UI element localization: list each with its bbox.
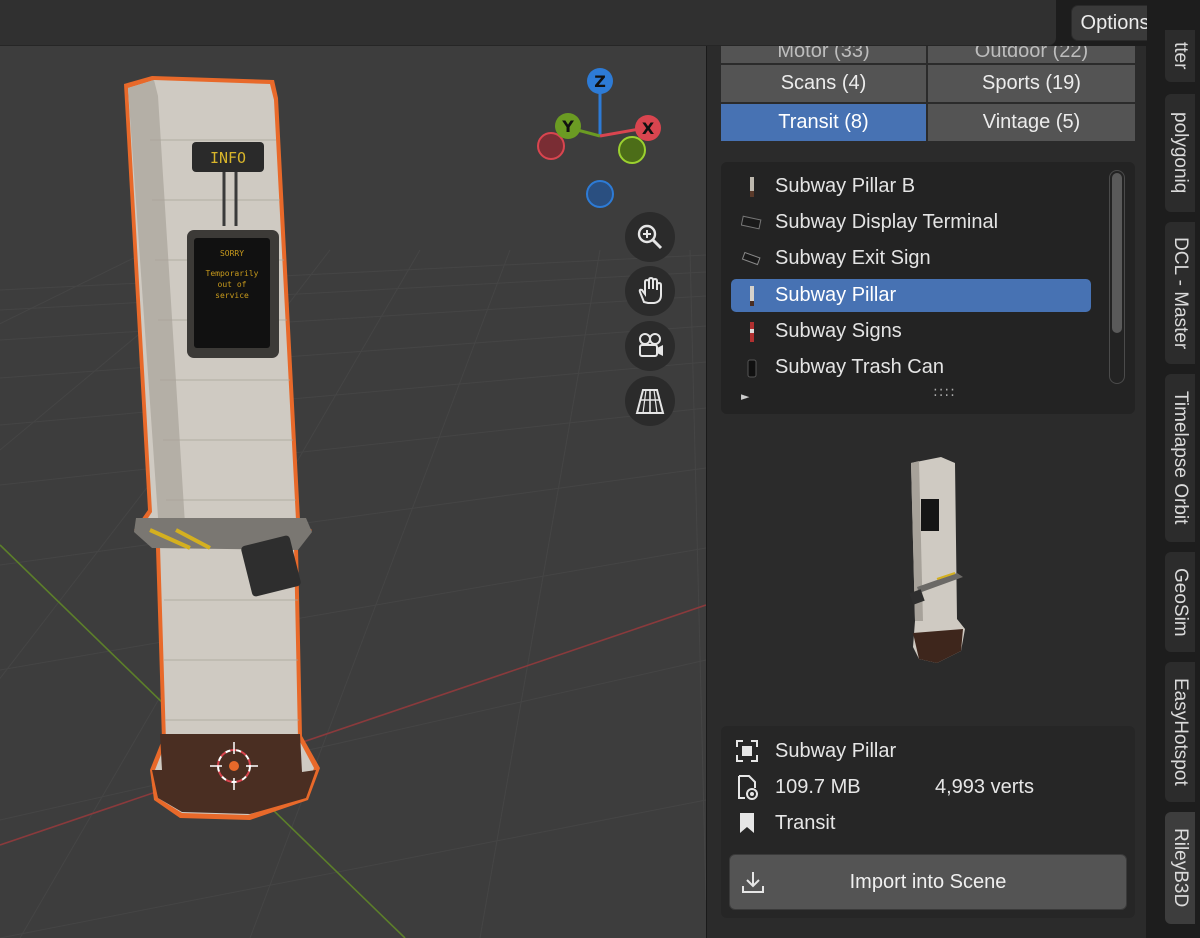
category-motor[interactable]: Motor (33) xyxy=(721,46,926,63)
tab-label: Timelapse Orbit xyxy=(1170,391,1191,525)
tab-easyhotspot[interactable]: EasyHotspot xyxy=(1165,662,1195,802)
asset-list-scrollbar[interactable] xyxy=(1109,170,1125,384)
asset-file-size: 109.7 MB xyxy=(775,775,861,798)
model-screen-line2: Temporarily xyxy=(206,269,259,278)
camera-view-button[interactable] xyxy=(625,321,675,371)
model-screen-line1: SORRY xyxy=(220,249,244,258)
category-scans[interactable]: Scans (4) xyxy=(721,65,926,102)
viewport-grid: INFO SORRY Temporarily out of service Z … xyxy=(0,68,706,938)
tab-label: DCL - Master xyxy=(1170,236,1191,350)
tab-label: RileyB3D xyxy=(1170,828,1191,908)
import-into-scene-button[interactable]: Import into Scene xyxy=(729,854,1127,910)
asset-vert-count: 4,993 verts xyxy=(935,775,1034,798)
asset-item-subway-pillar-b[interactable]: Subway Pillar B xyxy=(731,170,1091,203)
options-label: Options xyxy=(1080,11,1150,34)
asset-item-label: Subway Trash Can xyxy=(775,356,944,378)
category-vintage[interactable]: Vintage (5) xyxy=(928,104,1135,141)
camera-icon xyxy=(639,333,663,357)
gizmo-z-label: Z xyxy=(594,72,606,91)
tab-dcl-master[interactable]: DCL - Master xyxy=(1165,222,1195,364)
viewport-header xyxy=(0,0,1056,46)
terminal-thumb-icon xyxy=(739,211,765,235)
bookmark-icon xyxy=(733,809,761,837)
navigation-gizmo[interactable]: Z Y X xyxy=(537,68,661,208)
asset-browser-panel: Motor (33) Outdoor (22) Scans (4) Sports… xyxy=(706,46,1146,938)
asset-item-subway-signs[interactable]: Subway Signs xyxy=(731,315,1091,348)
tab-label: GeoSim xyxy=(1170,567,1191,637)
tab-label: polygoniq xyxy=(1170,112,1191,194)
object-icon xyxy=(733,737,761,765)
tab-geosim[interactable]: GeoSim xyxy=(1165,552,1195,652)
gizmo-y-label: Y xyxy=(561,117,574,136)
tab-polygoniq[interactable]: polygoniq xyxy=(1165,94,1195,212)
gizmo-neg-z[interactable] xyxy=(586,180,614,208)
asset-item-label: Subway Signs xyxy=(775,320,902,342)
asset-stats-row: 109.7 MB 4,993 verts xyxy=(733,772,1034,802)
asset-category: Transit xyxy=(775,811,836,834)
category-outdoor[interactable]: Outdoor (22) xyxy=(928,46,1135,63)
tab-rileyb3d[interactable]: RileyB3D xyxy=(1165,812,1195,924)
gizmo-x-label: X xyxy=(642,119,655,138)
asset-preview-thumbnail xyxy=(909,457,965,663)
model-info-sign: INFO xyxy=(210,149,246,167)
grid-perspective-icon xyxy=(635,389,665,414)
3d-viewport[interactable]: INFO SORRY Temporarily out of service Z … xyxy=(0,0,706,938)
category-sports[interactable]: Sports (19) xyxy=(928,65,1135,102)
sidebar-tab-strip: tter polygoniq DCL - Master Timelapse Or… xyxy=(1147,0,1200,938)
list-expand-toggle[interactable]: ► xyxy=(741,390,749,403)
zoom-button[interactable] xyxy=(625,212,675,262)
tab-timelapse-orbit[interactable]: Timelapse Orbit xyxy=(1165,374,1195,542)
asset-item-subway-pillar[interactable]: Subway Pillar xyxy=(731,279,1091,312)
download-icon xyxy=(742,872,764,893)
zoom-icon xyxy=(637,224,663,250)
perspective-toggle-button[interactable] xyxy=(625,376,675,426)
asset-category-row: Transit xyxy=(733,808,835,838)
list-resize-grip[interactable]: :::: xyxy=(933,384,956,400)
asset-item-subway-display-terminal[interactable]: Subway Display Terminal xyxy=(731,206,1091,239)
asset-name-row: Subway Pillar xyxy=(733,736,896,766)
gizmo-neg-y[interactable] xyxy=(618,136,646,164)
asset-details: Subway Pillar 109.7 MB 4,993 verts Trans… xyxy=(721,726,1135,918)
pan-button[interactable] xyxy=(625,266,675,316)
category-grid: Motor (33) Outdoor (22) Scans (4) Sports… xyxy=(721,46,1135,141)
gizmo-neg-x[interactable] xyxy=(537,132,565,160)
category-transit[interactable]: Transit (8) xyxy=(721,104,926,141)
asset-item-label: Subway Pillar xyxy=(775,284,897,306)
tab-label: EasyHotspot xyxy=(1170,678,1191,786)
pillar-b-thumb-icon xyxy=(739,175,765,199)
asset-name: Subway Pillar xyxy=(775,739,897,762)
file-size-icon xyxy=(733,773,761,801)
exit-sign-thumb-icon xyxy=(739,247,765,271)
tab-tter[interactable]: tter xyxy=(1165,30,1195,82)
asset-list[interactable]: Subway Pillar B Subway Display Terminal … xyxy=(721,162,1135,414)
asset-item-subway-exit-sign[interactable]: Subway Exit Sign xyxy=(731,242,1091,275)
model-screen-line3: out of xyxy=(218,280,247,289)
asset-item-subway-trash-can[interactable]: Subway Trash Can xyxy=(731,351,1091,384)
asset-item-label: Subway Display Terminal xyxy=(775,211,999,233)
import-label: Import into Scene xyxy=(849,870,1007,893)
model-screen-line4: service xyxy=(215,291,249,300)
pillar-thumb-icon xyxy=(739,284,765,308)
asset-item-label: Subway Pillar B xyxy=(775,175,916,197)
signs-thumb-icon xyxy=(739,320,765,344)
asset-item-label: Subway Exit Sign xyxy=(775,247,931,269)
hand-icon xyxy=(638,276,662,304)
tab-label: tter xyxy=(1170,42,1191,70)
trash-can-thumb-icon xyxy=(739,356,765,380)
